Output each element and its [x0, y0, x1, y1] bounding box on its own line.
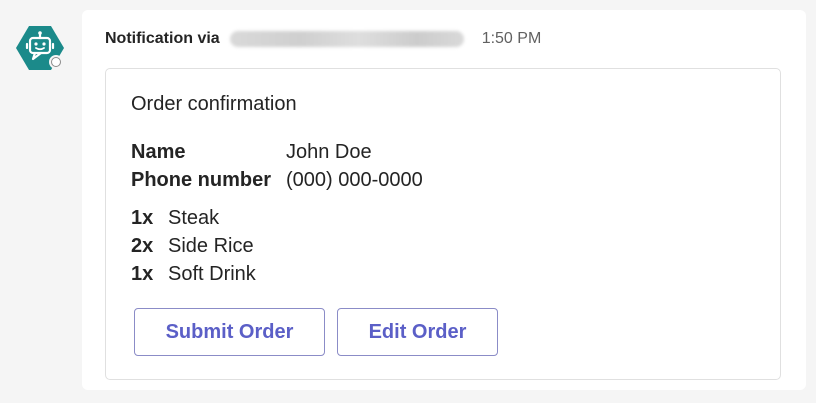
item-quantity: 2x [131, 234, 154, 257]
list-item: 1x Steak [131, 204, 256, 232]
fact-row-phone: Phone number (000) 000-0000 [131, 166, 423, 194]
fact-value: (000) 000-0000 [286, 168, 423, 191]
fact-key: Name [131, 140, 186, 163]
item-quantity: 1x [131, 206, 154, 229]
presence-status-icon [49, 55, 63, 69]
adaptive-card: Order confirmation Name John Doe Phone n… [105, 68, 781, 380]
fact-value: John Doe [286, 140, 372, 163]
item-name: Side Rice [168, 234, 254, 257]
list-item: 2x Side Rice [131, 232, 256, 260]
submit-order-button[interactable]: Submit Order [134, 308, 325, 356]
fact-row-name: Name John Doe [131, 138, 423, 166]
message-bubble: Notification via 1:50 PM Order confirmat… [82, 10, 806, 390]
card-title: Order confirmation [131, 93, 297, 115]
sender-name-redacted [229, 31, 464, 47]
order-items: 1x Steak 2x Side Rice 1x Soft Drink [131, 204, 256, 288]
fact-key: Phone number [131, 168, 272, 191]
edit-order-button[interactable]: Edit Order [337, 308, 498, 356]
fact-set: Name John Doe Phone number (000) 000-000… [131, 138, 423, 194]
item-quantity: 1x [131, 262, 154, 285]
message-timestamp[interactable]: 1:50 PM [482, 30, 542, 48]
item-name: Steak [168, 206, 220, 229]
sender-prefix: Notification via [105, 30, 220, 47]
message-header: Notification via 1:50 PM [105, 29, 541, 49]
list-item: 1x Soft Drink [131, 260, 256, 288]
item-name: Soft Drink [168, 262, 256, 285]
